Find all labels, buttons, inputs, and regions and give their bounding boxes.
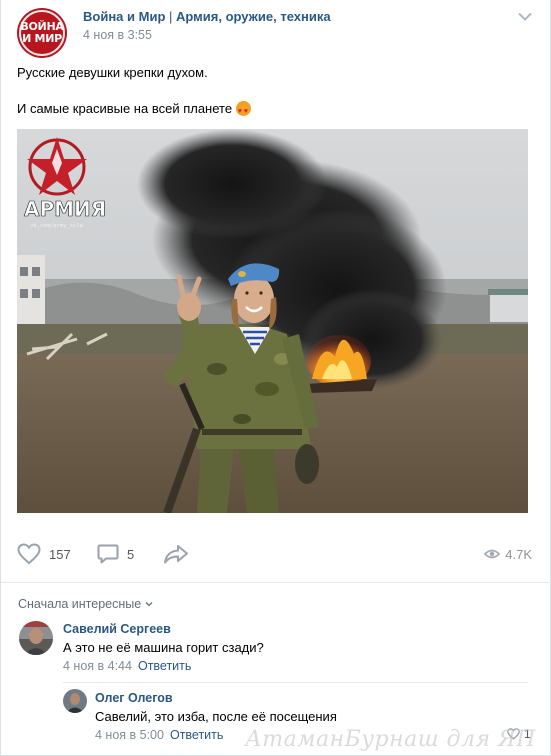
group-avatar-line-2: И МИР bbox=[22, 32, 62, 45]
comment-button[interactable]: 5 bbox=[97, 540, 134, 568]
watermark: АтаманБурнаш для ЯП bbox=[245, 727, 536, 752]
post-date[interactable]: 4 ноя в 3:55 bbox=[83, 28, 152, 42]
like-button[interactable]: 157 bbox=[17, 540, 71, 568]
views-counter: 4.7K bbox=[484, 540, 532, 568]
comments-sort-label: Сначала интересные bbox=[18, 597, 142, 611]
views-count: 4.7K bbox=[505, 546, 532, 562]
heart-icon bbox=[17, 543, 41, 565]
post-author-link[interactable]: Война и Мир | Армия, оружие, техника bbox=[83, 9, 331, 24]
post-text-line: Русские девушки крепки духом. bbox=[17, 65, 208, 80]
like-count: 157 bbox=[49, 546, 71, 562]
share-button[interactable] bbox=[163, 540, 189, 568]
comment-icon bbox=[97, 544, 119, 564]
post-text-line: И самые красивые на всей планете bbox=[17, 101, 233, 116]
comment-count: 5 bbox=[127, 546, 135, 562]
reply-button[interactable]: Ответить bbox=[170, 728, 223, 742]
photo-logo-url: vk.com/army_sila bbox=[30, 223, 83, 229]
comment-date[interactable]: 4 ноя в 4:44 bbox=[63, 659, 132, 673]
chevron-down-icon bbox=[145, 602, 153, 607]
comment-text: А это не её машина горит сзади? bbox=[63, 640, 264, 655]
post-header: ВОЙНА И МИР Война и Мир | Армия, оружие,… bbox=[17, 8, 534, 58]
comment-avatar[interactable] bbox=[63, 689, 87, 713]
divider bbox=[1, 582, 551, 583]
chevron-down-icon[interactable] bbox=[518, 12, 532, 22]
heart-eyes-emoji-icon bbox=[235, 101, 251, 121]
post-photo[interactable]: АРМИЯ vk.com/army_sila bbox=[17, 129, 528, 513]
comment-meta: 4 ноя в 5:00 Ответить bbox=[95, 728, 223, 742]
photo-logo-text: АРМИЯ bbox=[24, 197, 106, 221]
post-text: Русские девушки крепки духом. И самые кр… bbox=[17, 64, 251, 136]
reply-button[interactable]: Ответить bbox=[138, 659, 191, 673]
comment-meta: 4 ноя в 4:44 Ответить bbox=[63, 659, 191, 673]
comment-date[interactable]: 4 ноя в 5:00 bbox=[95, 728, 164, 742]
post-actions: 157 5 4.7K bbox=[17, 540, 532, 568]
group-avatar[interactable]: ВОЙНА И МИР bbox=[17, 8, 67, 58]
wall-post: ВОЙНА И МИР Война и Мир | Армия, оружие,… bbox=[0, 0, 551, 756]
divider bbox=[63, 682, 528, 683]
comment-avatar[interactable] bbox=[19, 621, 53, 655]
comment-author-link[interactable]: Олег Олегов bbox=[95, 691, 173, 705]
comments-sort-dropdown[interactable]: Сначала интересные bbox=[18, 597, 153, 611]
comment-text: Савелий, это изба, после её посещения bbox=[95, 709, 337, 724]
comment-author-link[interactable]: Савелий Сергеев bbox=[63, 622, 171, 636]
share-icon bbox=[164, 545, 188, 564]
eye-icon bbox=[484, 549, 501, 559]
photo-image: АРМИЯ vk.com/army_sila bbox=[17, 129, 528, 513]
